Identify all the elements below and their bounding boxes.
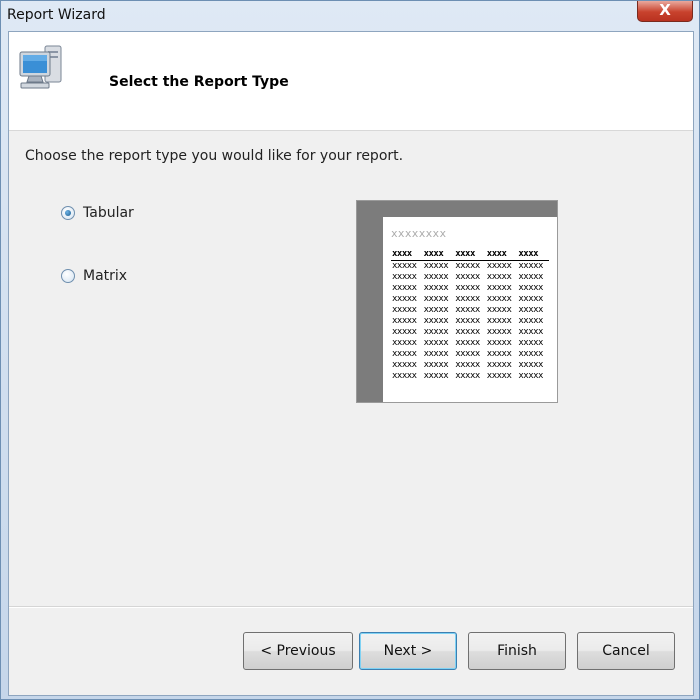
radio-matrix[interactable]: Matrix xyxy=(61,268,127,284)
preview-header-cell: xxxx xyxy=(517,249,549,261)
preview-cell: xxxxx xyxy=(486,349,512,359)
preview-cell: xxxxx xyxy=(486,360,512,370)
preview-row: xxxxx xxxxx xxxxx xxxxx xxxxx xyxy=(391,371,549,382)
preview-row: xxxxx xxxxx xxxxx xxxxx xxxxx xyxy=(391,349,549,360)
preview-row: xxxxx xxxxx xxxxx xxxxx xxxxx xyxy=(391,327,549,338)
wizard-header: Select the Report Type xyxy=(9,32,693,131)
report-wizard-window: Report Wizard X Select the Report Type C… xyxy=(0,0,700,700)
preview-cell: xxxxx xyxy=(392,272,417,282)
preview-row: xxxxx xxxxx xxxxx xxxxx xxxxx xyxy=(391,305,549,316)
radio-label-tabular[interactable]: Tabular xyxy=(83,205,134,221)
preview-top-band xyxy=(357,201,557,217)
next-button[interactable]: Next > xyxy=(359,632,457,670)
preview-row: xxxxx xxxxx xxxxx xxxxx xxxxx xyxy=(391,360,549,371)
preview-cell: xxxxx xyxy=(392,371,417,381)
preview-cell: xxxxx xyxy=(392,294,417,304)
preview-title: xxxxxxxx xyxy=(391,227,447,240)
preview-cell: xxxxx xyxy=(455,349,480,359)
radio-label-matrix[interactable]: Matrix xyxy=(83,268,127,284)
preview-cell: xxxxx xyxy=(392,327,417,337)
preview-cell: xxxxx xyxy=(455,294,480,304)
preview-cell: xxxxx xyxy=(423,371,449,381)
preview-cell: xxxxx xyxy=(486,327,512,337)
preview-cell: xxxxx xyxy=(455,371,480,381)
preview-cell: xxxxx xyxy=(518,360,543,370)
preview-row: xxxxx xxxxx xxxxx xxxxx xxxxx xyxy=(391,272,549,283)
preview-cell: xxxxx xyxy=(392,360,417,370)
close-button[interactable]: X xyxy=(637,1,693,22)
preview-cell: xxxxx xyxy=(455,338,480,348)
preview-cell: xxxxx xyxy=(518,272,543,282)
page-title: Select the Report Type xyxy=(109,74,289,90)
report-preview: xxxxxxxx xxxx xxxx xxxx xxxx xxxx xxxxx x… xyxy=(356,200,558,403)
preview-cell: xxxxx xyxy=(486,294,512,304)
preview-header-cell: xxxx xyxy=(454,249,486,261)
preview-cell: xxxxx xyxy=(455,360,480,370)
preview-cell: xxxxx xyxy=(486,261,512,271)
wizard-body: Select the Report Type Choose the report… xyxy=(8,31,694,696)
preview-cell: xxxxx xyxy=(486,338,512,348)
preview-cell: xxxxx xyxy=(518,316,543,326)
preview-table: xxxx xxxx xxxx xxxx xxxx xxxxx xxxxx xxxxx… xyxy=(391,249,549,382)
preview-cell: xxxxx xyxy=(423,338,449,348)
preview-cell: xxxxx xyxy=(455,316,480,326)
preview-cell: xxxxx xyxy=(518,327,543,337)
preview-header-cell: xxxx xyxy=(391,249,423,261)
preview-cell: xxxxx xyxy=(455,305,480,315)
preview-header-row: xxxx xxxx xxxx xxxx xxxx xyxy=(391,249,549,261)
preview-row: xxxxx xxxxx xxxxx xxxxx xxxxx xyxy=(391,261,549,273)
preview-cell: xxxxx xyxy=(455,283,480,293)
preview-cell: xxxxx xyxy=(455,272,480,282)
radio-tabular[interactable]: Tabular xyxy=(61,205,134,221)
preview-cell: xxxxx xyxy=(518,305,543,315)
title-bar[interactable]: Report Wizard X xyxy=(1,1,699,31)
preview-cell: xxxxx xyxy=(486,305,512,315)
preview-cell: xxxxx xyxy=(518,283,543,293)
preview-cell: xxxxx xyxy=(423,327,449,337)
preview-cell: xxxxx xyxy=(518,261,543,271)
preview-cell: xxxxx xyxy=(423,349,449,359)
instruction-text: Choose the report type you would like fo… xyxy=(25,148,404,164)
preview-left-band xyxy=(357,201,383,402)
preview-cell: xxxxx xyxy=(392,305,417,315)
preview-cell: xxxxx xyxy=(455,327,480,337)
preview-cell: xxxxx xyxy=(423,360,449,370)
cancel-button[interactable]: Cancel xyxy=(577,632,675,670)
preview-row: xxxxx xxxxx xxxxx xxxxx xxxxx xyxy=(391,316,549,327)
preview-cell: xxxxx xyxy=(392,283,417,293)
preview-row: xxxxx xxxxx xxxxx xxxxx xxxxx xyxy=(391,338,549,349)
preview-cell: xxxxx xyxy=(392,261,417,271)
radio-button-matrix[interactable] xyxy=(61,269,75,283)
preview-cell: xxxxx xyxy=(423,305,449,315)
preview-cell: xxxxx xyxy=(486,371,512,381)
preview-header-cell: xxxx xyxy=(422,249,455,261)
radio-button-tabular[interactable] xyxy=(61,206,75,220)
preview-cell: xxxxx xyxy=(423,261,449,271)
preview-header-cell: xxxx xyxy=(485,249,518,261)
preview-row: xxxxx xxxxx xxxxx xxxxx xxxxx xyxy=(391,294,549,305)
window-title: Report Wizard xyxy=(7,7,106,23)
previous-button[interactable]: < Previous xyxy=(243,632,353,670)
preview-cell: xxxxx xyxy=(486,316,512,326)
preview-row: xxxxx xxxxx xxxxx xxxxx xxxxx xyxy=(391,283,549,294)
preview-cell: xxxxx xyxy=(518,349,543,359)
preview-cell: xxxxx xyxy=(486,272,512,282)
finish-button[interactable]: Finish xyxy=(468,632,566,670)
preview-cell: xxxxx xyxy=(423,272,449,282)
preview-cell: xxxxx xyxy=(423,283,449,293)
preview-cell: xxxxx xyxy=(392,338,417,348)
preview-cell: xxxxx xyxy=(423,294,449,304)
preview-cell: xxxxx xyxy=(518,371,543,381)
preview-cell: xxxxx xyxy=(455,261,480,271)
computer-icon xyxy=(19,45,62,89)
preview-cell: xxxxx xyxy=(518,338,543,348)
footer-divider xyxy=(9,606,693,608)
preview-cell: xxxxx xyxy=(392,349,417,359)
preview-cell: xxxxx xyxy=(486,283,512,293)
preview-cell: xxxxx xyxy=(518,294,543,304)
preview-cell: xxxxx xyxy=(392,316,417,326)
preview-table-body: xxxxx xxxxx xxxxx xxxxx xxxxx xxxxx xxxxx xxxxx… xyxy=(391,261,549,383)
preview-cell: xxxxx xyxy=(423,316,449,326)
